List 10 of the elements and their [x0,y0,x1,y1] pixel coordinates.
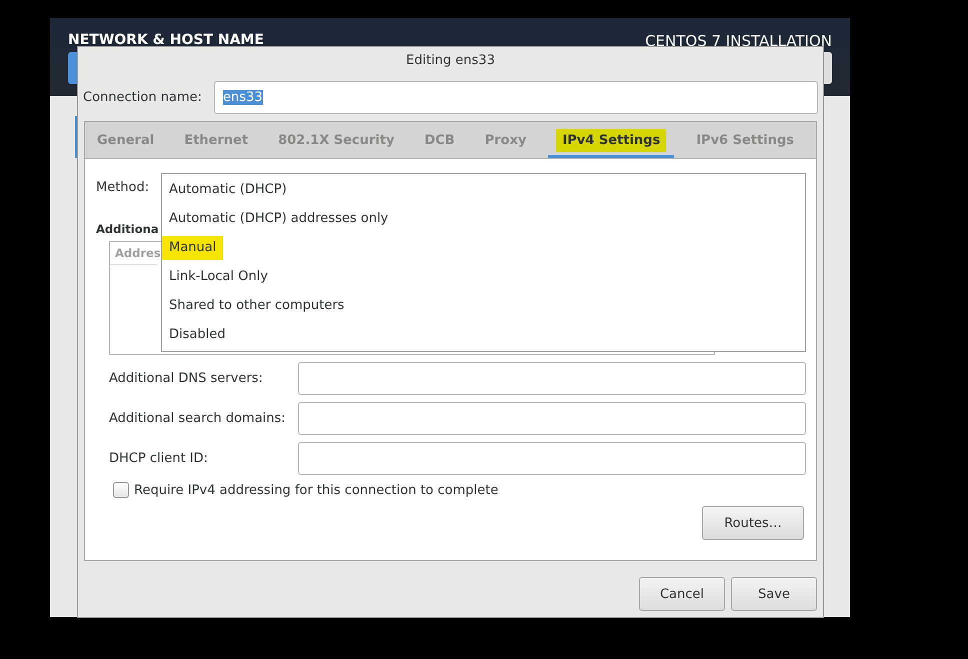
product-title: CENTOS 7 INSTALLATION [645,32,832,50]
method-label: Method: [96,180,150,195]
field-label: Additional DNS servers: [109,371,264,386]
dialog-title: Editing ens33 [405,52,496,70]
section-heading: Additiona [96,222,159,236]
connection-name-label: Connection name: [83,90,202,105]
checkbox-label: Require IPv4 addressing for this connection to complete [134,482,498,498]
field-label: Additional search domains: [109,411,287,426]
screen-title: NETWORK & HOST NAME [68,32,264,48]
field-label: DHCP client ID: [109,451,209,466]
